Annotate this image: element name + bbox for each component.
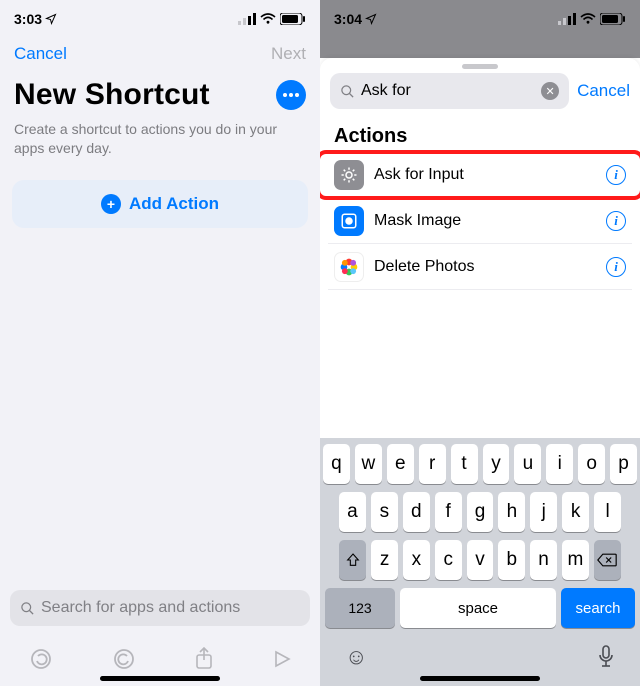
action-label: Ask for Input <box>374 166 606 184</box>
wifi-icon <box>260 13 276 25</box>
key-i[interactable]: i <box>546 444 573 484</box>
key-g[interactable]: g <box>467 492 494 532</box>
redo-icon[interactable] <box>112 647 136 671</box>
key-v[interactable]: v <box>467 540 494 580</box>
key-m[interactable]: m <box>562 540 589 580</box>
add-action-label: Add Action <box>129 194 219 214</box>
key-p[interactable]: p <box>610 444 637 484</box>
left-phone: 3:03 Cancel Next New Shortcut Create a s… <box>0 0 320 686</box>
photos-icon <box>334 252 364 282</box>
status-time: 3:04 <box>334 11 362 27</box>
search-placeholder: Search for apps and actions <box>41 599 300 617</box>
signal-icon <box>558 13 576 25</box>
key-f[interactable]: f <box>435 492 462 532</box>
battery-icon <box>280 13 306 25</box>
key-j[interactable]: j <box>530 492 557 532</box>
action-label: Delete Photos <box>374 258 606 276</box>
shift-key[interactable] <box>339 540 366 580</box>
sheet-grabber[interactable] <box>462 64 498 69</box>
status-bar: 3:04 <box>320 0 640 38</box>
key-l[interactable]: l <box>594 492 621 532</box>
undo-icon[interactable] <box>29 647 53 671</box>
action-row-ask-for-input[interactable]: Ask for Input i <box>328 152 632 198</box>
search-icon <box>20 601 35 616</box>
action-row-delete-photos[interactable]: Delete Photos i <box>328 244 632 290</box>
backspace-key[interactable] <box>594 540 621 580</box>
plus-icon: + <box>101 194 121 214</box>
key-c[interactable]: c <box>435 540 462 580</box>
action-row-mask-image[interactable]: Mask Image i <box>328 198 632 244</box>
key-h[interactable]: h <box>498 492 525 532</box>
key-a[interactable]: a <box>339 492 366 532</box>
cancel-search-button[interactable]: Cancel <box>577 81 630 101</box>
key-b[interactable]: b <box>498 540 525 580</box>
bottom-search[interactable]: Search for apps and actions <box>10 590 310 626</box>
page-title: New Shortcut <box>14 78 210 112</box>
clear-search-button[interactable]: ✕ <box>541 82 559 100</box>
status-right <box>238 13 306 25</box>
key-y[interactable]: y <box>483 444 510 484</box>
battery-icon <box>600 13 626 25</box>
search-key[interactable]: search <box>561 588 635 628</box>
key-q[interactable]: q <box>323 444 350 484</box>
key-d[interactable]: d <box>403 492 430 532</box>
info-button[interactable]: i <box>606 165 626 185</box>
actions-heading: Actions <box>320 117 640 152</box>
nav-bar: Cancel Next <box>0 38 320 70</box>
wifi-icon <box>580 13 596 25</box>
emoji-key[interactable]: ☺ <box>345 644 367 670</box>
key-e[interactable]: e <box>387 444 414 484</box>
right-phone: 3:04 Ask for ✕ Cancel Actions <box>320 0 640 686</box>
key-o[interactable]: o <box>578 444 605 484</box>
signal-icon <box>238 13 256 25</box>
home-indicator <box>420 676 540 681</box>
numbers-key[interactable]: 123 <box>325 588 395 628</box>
keyboard-row-3: zxcvbnm <box>323 540 637 580</box>
status-bar: 3:03 <box>0 0 320 38</box>
dictation-key[interactable] <box>597 645 615 669</box>
search-value: Ask for <box>361 82 411 100</box>
mask-icon <box>334 206 364 236</box>
info-button[interactable]: i <box>606 257 626 277</box>
search-icon <box>340 84 355 99</box>
play-icon[interactable] <box>273 650 291 668</box>
location-icon <box>45 13 57 25</box>
location-icon <box>365 13 377 25</box>
status-time: 3:03 <box>14 11 42 27</box>
actions-list: Ask for Input i Mask Image i Delete Phot… <box>320 152 640 290</box>
key-t[interactable]: t <box>451 444 478 484</box>
key-s[interactable]: s <box>371 492 398 532</box>
ellipsis-icon <box>283 93 299 97</box>
share-icon[interactable] <box>194 647 214 671</box>
key-w[interactable]: w <box>355 444 382 484</box>
subtitle: Create a shortcut to actions you do in y… <box>0 118 320 174</box>
action-search-input[interactable]: Ask for ✕ <box>330 73 569 109</box>
key-r[interactable]: r <box>419 444 446 484</box>
key-n[interactable]: n <box>530 540 557 580</box>
key-x[interactable]: x <box>403 540 430 580</box>
home-indicator <box>100 676 220 681</box>
key-z[interactable]: z <box>371 540 398 580</box>
info-button[interactable]: i <box>606 211 626 231</box>
next-button[interactable]: Next <box>271 44 306 64</box>
more-button[interactable] <box>276 80 306 110</box>
key-k[interactable]: k <box>562 492 589 532</box>
action-label: Mask Image <box>374 212 606 230</box>
key-u[interactable]: u <box>514 444 541 484</box>
add-action-button[interactable]: + Add Action <box>12 180 308 228</box>
cancel-button[interactable]: Cancel <box>14 44 67 64</box>
gear-icon <box>334 160 364 190</box>
keyboard: qwertyuiop asdfghjkl zxcvbnm 123 space s… <box>320 438 640 686</box>
space-key[interactable]: space <box>400 588 556 628</box>
